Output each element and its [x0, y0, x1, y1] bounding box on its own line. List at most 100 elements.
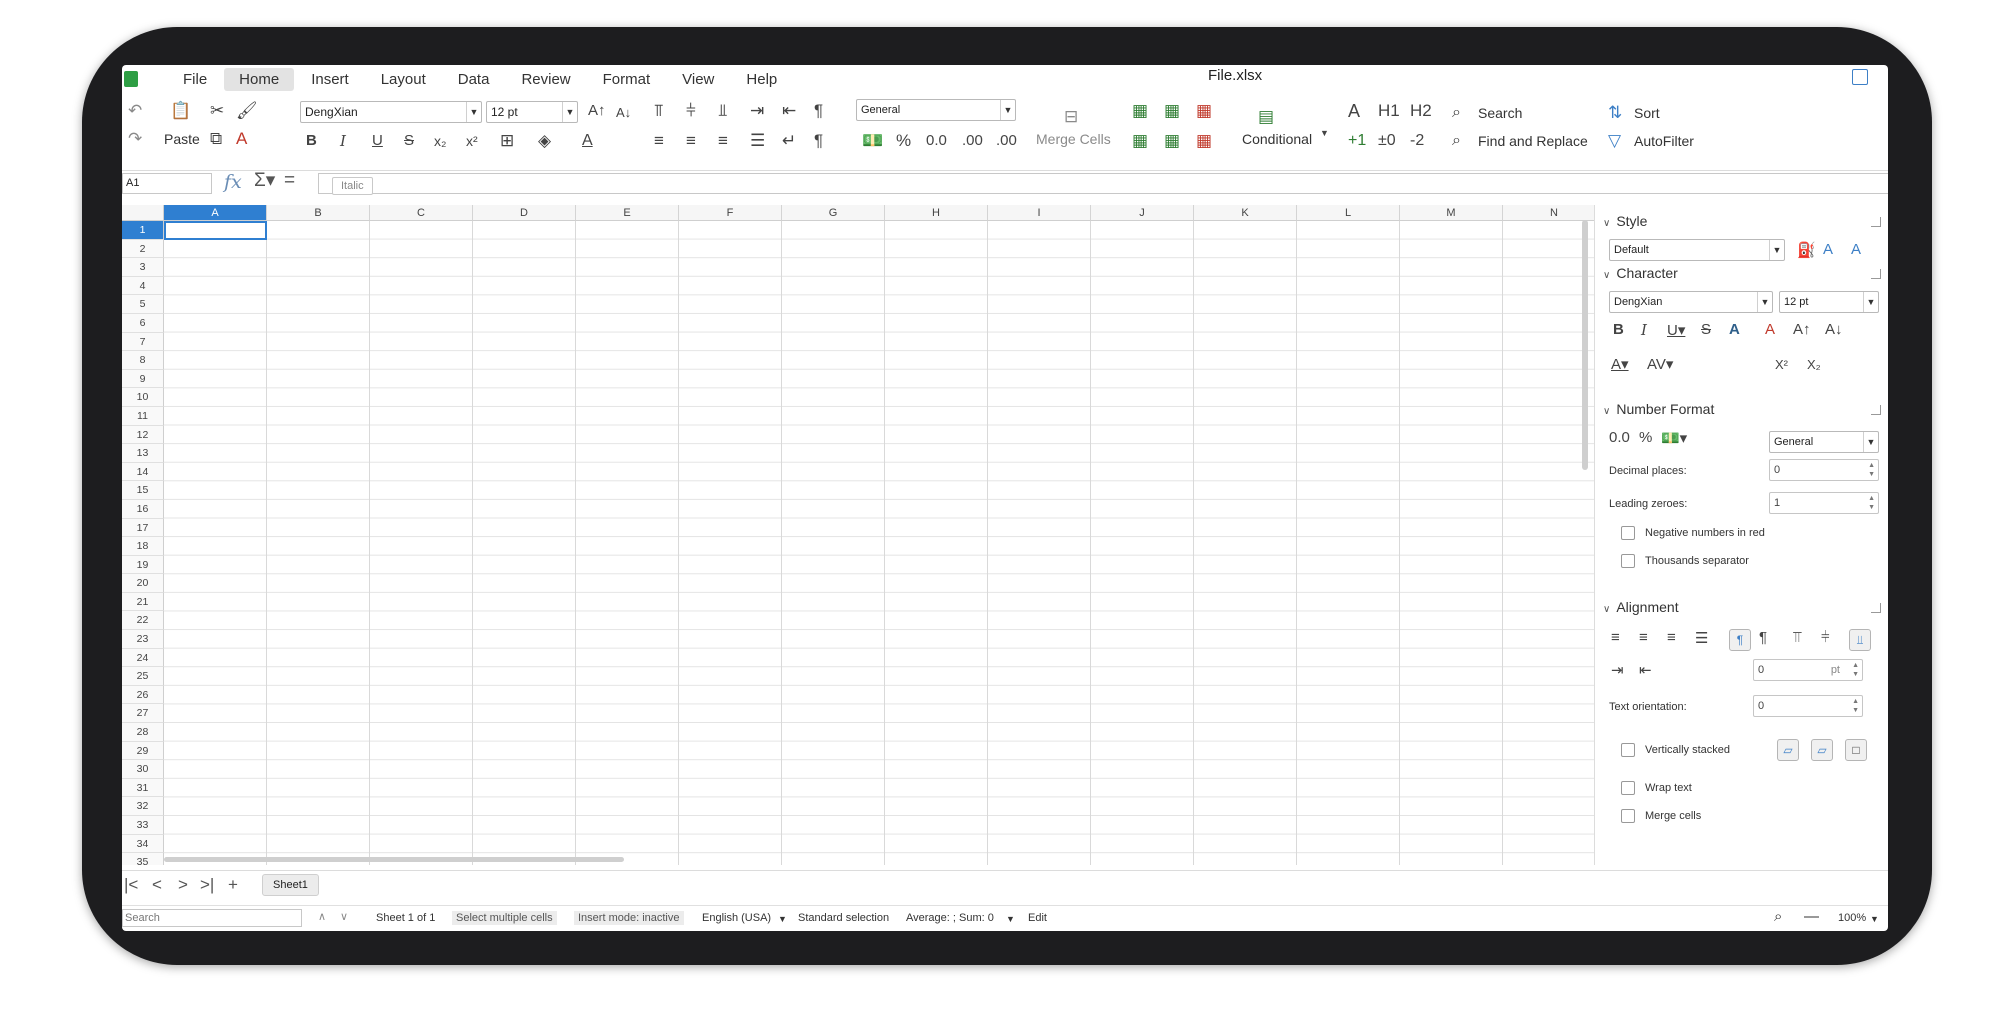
text-orientation-input[interactable]: 0 ▲ ▼	[1753, 695, 1863, 717]
font-color-icon[interactable]: A	[582, 131, 593, 151]
zoom-out-icon[interactable]: —	[1804, 908, 1819, 925]
paste-icon[interactable]: 📋	[170, 101, 191, 121]
bold-icon[interactable]: B	[1613, 321, 1624, 338]
spin-arrows-icon[interactable]: ▲ ▼	[1868, 494, 1875, 512]
column-header[interactable]: L	[1297, 205, 1400, 221]
justify-icon[interactable]: ☰	[1695, 629, 1708, 647]
italic-icon[interactable]: I	[1641, 321, 1647, 339]
paragraph-ltr-icon[interactable]: ¶	[814, 101, 823, 121]
clone-formatting-icon[interactable]: 🖌	[236, 101, 258, 121]
insert-columns-icon[interactable]: ▦	[1164, 101, 1180, 121]
menu-help[interactable]: Help	[731, 68, 792, 91]
align-bottom-icon[interactable]: ⫫	[1849, 629, 1871, 651]
char-font-select[interactable]: DengXian ▼	[1609, 291, 1773, 313]
find-replace-icon[interactable]: ⌕	[1452, 131, 1461, 151]
percent-icon[interactable]: %	[896, 131, 911, 151]
horizontal-scrollbar[interactable]	[164, 857, 624, 862]
rotation-top-icon[interactable]: ▱	[1811, 739, 1833, 761]
chevron-down-icon[interactable]: ▼	[1006, 914, 1015, 924]
ltr-icon[interactable]: ¶	[1729, 629, 1751, 651]
style-select[interactable]: Default ▼	[1609, 239, 1785, 261]
new-style-icon[interactable]: A	[1823, 241, 1833, 258]
chevron-down-icon[interactable]: ▼	[778, 914, 787, 924]
next-sheet-icon[interactable]: >	[178, 875, 188, 895]
find-replace-label[interactable]: Find and Replace	[1478, 133, 1588, 149]
shadow-icon[interactable]: A	[1729, 321, 1740, 338]
row-header[interactable]: 6	[122, 313, 164, 333]
row-header[interactable]: 7	[122, 332, 164, 352]
subscript-icon[interactable]: x₂	[434, 131, 446, 151]
indent-input[interactable]: 0 pt ▲ ▼	[1753, 659, 1863, 681]
add-decimal-icon[interactable]: .00	[962, 131, 983, 151]
row-header[interactable]: 33	[122, 816, 164, 835]
row-header[interactable]: 26	[122, 685, 164, 705]
delete-decimal-icon[interactable]: .00	[996, 131, 1017, 151]
clear-format-icon[interactable]: A	[1765, 321, 1775, 338]
align-top-icon[interactable]: ⫪	[1793, 629, 1801, 646]
fill-color-icon[interactable]: ◈	[538, 131, 551, 151]
menu-view[interactable]: View	[667, 68, 729, 91]
rtl-icon[interactable]: ¶	[1759, 629, 1767, 646]
spin-arrows-icon[interactable]: ▲ ▼	[1852, 661, 1859, 679]
cut-icon[interactable]: ✂	[210, 101, 224, 121]
align-center-icon[interactable]: ≡	[1639, 629, 1648, 646]
autofilter-icon[interactable]: ▽	[1608, 131, 1621, 151]
number-format-select[interactable]: General ▼	[856, 99, 1016, 121]
number-format-section-title[interactable]: ∨ Number Format	[1603, 401, 1714, 417]
row-header[interactable]: 21	[122, 592, 164, 612]
delete-rows-icon[interactable]: ▦	[1196, 101, 1212, 121]
heading-icon[interactable]: A	[1348, 101, 1360, 121]
align-center-v-icon[interactable]: ⫩	[1821, 629, 1830, 646]
zoom-icon[interactable]: ⌕	[1774, 908, 1782, 925]
strikethrough-icon[interactable]: S	[1701, 321, 1711, 338]
last-sheet-icon[interactable]: >|	[200, 875, 214, 895]
borders-icon[interactable]: ⊞	[500, 131, 514, 151]
reset-icon[interactable]: ±0	[1378, 131, 1396, 151]
column-header[interactable]: D	[473, 205, 576, 221]
decrease-icon[interactable]: -2	[1410, 131, 1424, 151]
underline-icon[interactable]: U	[372, 131, 383, 151]
leading-zeroes-input[interactable]: 1 ▲ ▼	[1769, 492, 1879, 514]
row-header[interactable]: 29	[122, 741, 164, 761]
row-header[interactable]: 8	[122, 351, 164, 370]
decrease-indent-icon[interactable]: ⇤	[1639, 661, 1652, 679]
redo-icon[interactable]: ↷	[128, 129, 142, 149]
sheet-tab[interactable]: Sheet1	[262, 874, 319, 896]
chevron-down-icon[interactable]: ▼	[1320, 123, 1329, 143]
row-header[interactable]: 9	[122, 369, 164, 389]
row-header[interactable]: 3	[122, 258, 164, 277]
cell-area[interactable]	[164, 221, 1597, 865]
row-header[interactable]: 32	[122, 797, 164, 816]
row-header[interactable]: 16	[122, 499, 164, 519]
row-header[interactable]: 1	[122, 221, 164, 240]
number-icon[interactable]: 0.0	[926, 131, 947, 151]
sort-icon[interactable]: ⇅	[1608, 103, 1622, 123]
select-all-corner[interactable]	[122, 205, 164, 221]
language-selector[interactable]: English (USA)	[702, 912, 771, 924]
grow-font-icon[interactable]: A↑	[588, 101, 606, 121]
menu-file[interactable]: File	[168, 68, 222, 91]
heading2-icon[interactable]: H2	[1410, 101, 1432, 121]
standard-selection[interactable]: Standard selection	[798, 912, 889, 924]
row-header[interactable]: 18	[122, 537, 164, 556]
align-left-icon[interactable]: ≡	[654, 131, 664, 151]
vertical-scrollbar[interactable]	[1582, 220, 1588, 470]
sidebar-toggle-icon[interactable]	[1852, 69, 1868, 85]
row-header[interactable]: 14	[122, 462, 164, 482]
function-wizard-icon[interactable]: fx	[224, 171, 242, 193]
font-name-select[interactable]: DengXian ▼	[300, 101, 482, 123]
currency-icon[interactable]: 💵▾	[1661, 429, 1687, 447]
align-bottom-icon[interactable]: ⫫	[718, 101, 728, 121]
sum-status[interactable]: Average: ; Sum: 0	[906, 912, 994, 924]
currency-icon[interactable]: 💵	[862, 131, 883, 151]
formula-icon[interactable]: =	[284, 170, 295, 192]
menu-insert[interactable]: Insert	[296, 68, 364, 91]
italic-icon[interactable]: I	[340, 131, 346, 151]
column-header[interactable]: G	[782, 205, 885, 221]
grow-font-icon[interactable]: A↑	[1793, 321, 1811, 338]
paragraph-rtl-icon[interactable]: ¶	[814, 131, 823, 151]
number-icon[interactable]: 0.0	[1609, 429, 1630, 446]
more-options-icon[interactable]	[1871, 603, 1881, 613]
align-left-icon[interactable]: ≡	[1611, 629, 1620, 646]
row-header[interactable]: 5	[122, 295, 164, 314]
